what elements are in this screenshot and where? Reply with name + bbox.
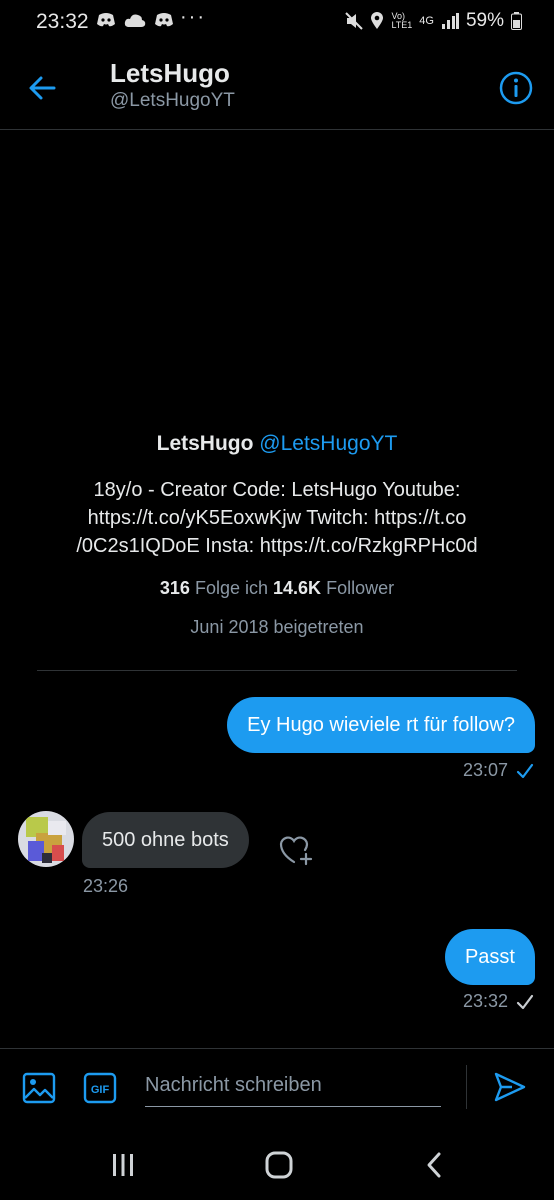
message-bubble-outgoing[interactable]: Ey Hugo wieviele rt für follow?	[227, 697, 535, 753]
info-circle-icon	[499, 71, 533, 105]
profile-handle[interactable]: @LetsHugoYT	[259, 432, 397, 455]
bio-line[interactable]: https://t.co/yK5EoxwKjw Twitch: https://…	[32, 504, 522, 532]
followers-count[interactable]: 14.6K	[273, 578, 321, 598]
discord-icon	[155, 13, 173, 27]
info-button[interactable]	[498, 70, 534, 106]
battery-icon	[511, 12, 522, 30]
add-gif-button[interactable]: GIF	[83, 1071, 117, 1105]
recents-icon	[113, 1154, 133, 1176]
send-icon	[494, 1072, 526, 1102]
discord-icon	[97, 13, 115, 27]
heart-plus-icon	[279, 836, 313, 866]
message-timestamp: 23:07	[463, 760, 534, 781]
lte-label: LTE1	[391, 20, 413, 30]
header-name: LetsHugo	[110, 58, 230, 88]
location-icon	[371, 12, 384, 29]
home-icon	[265, 1151, 293, 1179]
divider	[37, 670, 517, 671]
joined-date: Juni 2018 beigetreten	[190, 617, 364, 637]
back-button[interactable]	[24, 72, 60, 104]
message-bubble-incoming[interactable]: 500 ohne bots	[82, 812, 249, 868]
mute-icon	[345, 12, 364, 30]
profile-stats: 316 Folge ich 14.6K Follower	[0, 578, 554, 599]
arrow-left-icon	[29, 76, 56, 100]
status-bar: 23:32 ··· Vo) LTE1 4G 59%	[0, 0, 554, 44]
header-handle: @LetsHugoYT	[110, 90, 235, 111]
conversation-header: LetsHugo @LetsHugoYT	[0, 44, 554, 130]
following-count[interactable]: 316	[160, 578, 190, 598]
dm-conversation-screen: 23:32 ··· Vo) LTE1 4G 59% LetsHugo @Lets…	[0, 0, 554, 1200]
message-time: 23:07	[462, 760, 508, 780]
bio-line: 18y/o - Creator Code: LetsHugo Youtube:	[93, 479, 461, 501]
gif-label: GIF	[91, 1084, 110, 1096]
checkmark-read-icon	[516, 763, 534, 778]
signal-icon	[441, 13, 459, 29]
bio-line[interactable]: /0C2s1IQDoE Insta: https://t.co/RzkgRPHc…	[32, 532, 522, 560]
system-nav-bar	[0, 1128, 554, 1200]
recents-button[interactable]	[108, 1150, 138, 1180]
avatar-image	[18, 811, 74, 867]
cloud-icon	[124, 14, 146, 27]
checkmark-sent-icon	[516, 994, 534, 1009]
message-text: Ey Hugo wieviele rt für follow?	[247, 713, 515, 736]
status-time: 23:32	[36, 10, 89, 33]
message-text: Passt	[464, 945, 515, 968]
message-input[interactable]	[145, 1065, 441, 1107]
message-text: 500 ohne bots	[102, 828, 229, 851]
add-image-button[interactable]	[22, 1071, 56, 1105]
composer-separator	[466, 1065, 467, 1109]
notification-icons	[96, 12, 174, 28]
volte-indicator: Vo) LTE1	[391, 12, 412, 30]
add-reaction-button[interactable]	[278, 833, 314, 867]
home-button[interactable]	[264, 1150, 294, 1180]
nav-back-icon	[427, 1152, 441, 1178]
message-bubble-outgoing[interactable]: Passt	[444, 929, 535, 985]
message-timestamp: 23:26	[83, 876, 128, 897]
following-label[interactable]: Folge ich	[195, 578, 268, 598]
send-button[interactable]	[492, 1069, 528, 1105]
system-icons: Vo) LTE1 4G 59%	[345, 10, 522, 32]
message-time: 23:26	[83, 876, 129, 896]
profile-name[interactable]: LetsHugo	[157, 432, 254, 455]
battery-percent: 59%	[465, 10, 504, 31]
profile-bio: 18y/o - Creator Code: LetsHugo Youtube: …	[32, 476, 522, 560]
avatar[interactable]	[18, 811, 74, 867]
gif-icon: GIF	[83, 1072, 117, 1104]
followers-label[interactable]: Follower	[326, 578, 394, 598]
more-notifications-icon: ···	[180, 6, 206, 28]
message-timestamp: 23:32	[463, 991, 534, 1012]
message-time: 23:32	[462, 991, 508, 1011]
network-type: 4G	[419, 15, 434, 27]
image-icon	[22, 1072, 56, 1104]
profile-title: LetsHugo @LetsHugoYT	[0, 432, 554, 456]
nav-back-button[interactable]	[420, 1150, 450, 1180]
message-composer: GIF	[0, 1048, 554, 1128]
profile-summary: LetsHugo @LetsHugoYT 18y/o - Creator Cod…	[0, 432, 554, 638]
